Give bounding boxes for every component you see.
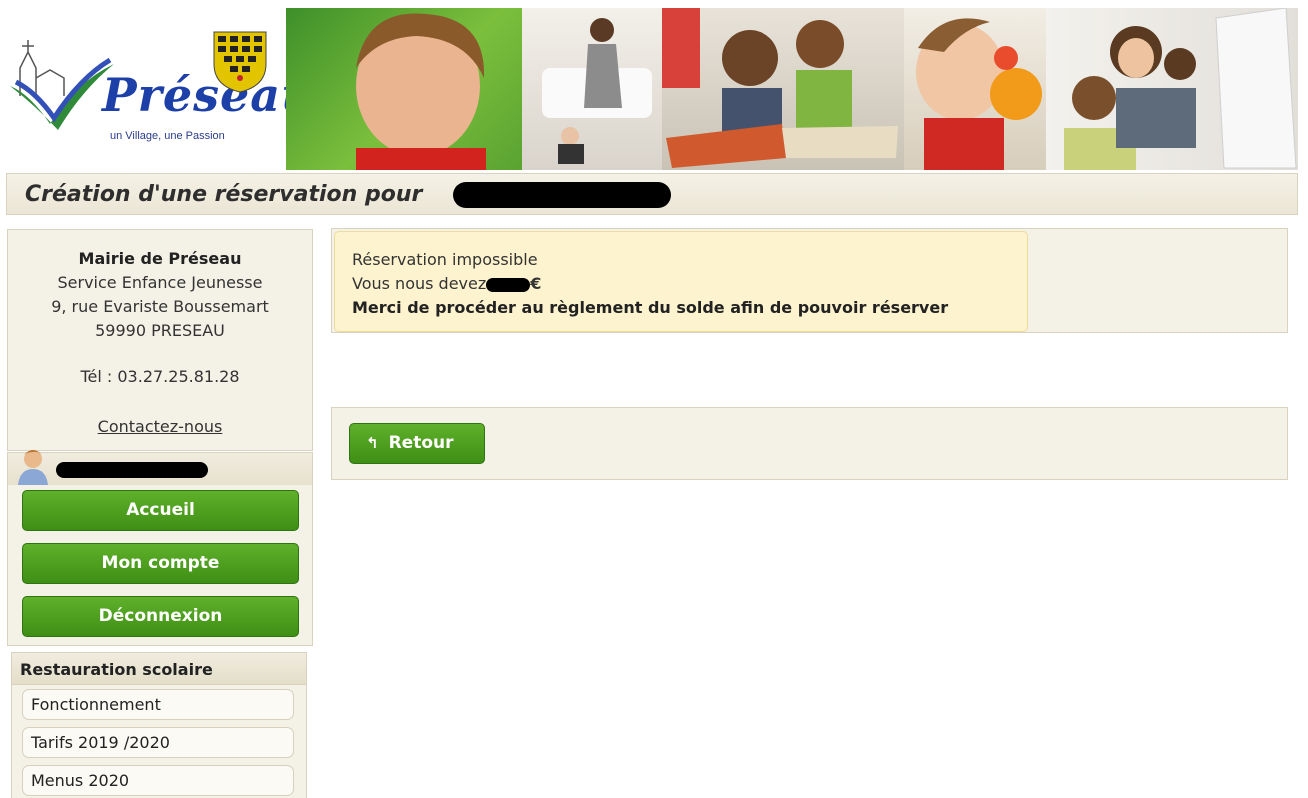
my-account-button[interactable]: Mon compte	[22, 543, 299, 584]
banner-photo-mother-baby	[522, 8, 662, 170]
user-header	[8, 450, 312, 485]
back-button[interactable]: ↰ Retour	[349, 423, 485, 464]
banner-photo-boy	[286, 8, 522, 170]
village-logo-icon	[10, 40, 114, 130]
logout-button[interactable]: Déconnexion	[22, 596, 299, 637]
street-address: 9, rue Evariste Boussemart	[51, 297, 269, 316]
org-name: Mairie de Préseau	[78, 249, 242, 268]
user-menu-panel: Accueil Mon compte Déconnexion	[7, 450, 313, 646]
sidebar-item-functioning[interactable]: Fonctionnement	[22, 689, 294, 720]
school-catering-heading: Restauration scolaire	[12, 653, 306, 685]
coat-of-arms-icon	[213, 31, 267, 93]
page-title-bar: Création d'une réservation pour	[6, 173, 1298, 215]
actions-panel: ↰ Retour	[331, 407, 1288, 480]
alert-instruction: Merci de procéder au règlement du solde …	[352, 298, 949, 317]
alert-balance-prefix: Vous nous devez	[352, 274, 487, 293]
reservation-warning-alert: Réservation impossible Vous nous devez € …	[334, 231, 1028, 332]
redacted-amount	[486, 277, 531, 292]
alert-currency: €	[530, 274, 542, 293]
banner-photo-mother-computer	[1046, 8, 1298, 170]
banner-photo-children-reading	[662, 8, 904, 170]
logo-wordmark: Préseau	[102, 68, 316, 122]
contact-panel: Mairie de Préseau Service Enfance Jeunes…	[7, 229, 313, 451]
city-postcode: 59990 PRESEAU	[95, 321, 225, 340]
reply-arrow-icon: ↰	[366, 434, 379, 452]
sidebar-item-menus[interactable]: Menus 2020	[22, 765, 294, 796]
user-avatar-icon	[18, 450, 48, 485]
message-panel: Réservation impossible Vous nous devez € …	[331, 228, 1288, 333]
alert-balance-line: Vous nous devez €	[352, 272, 1010, 296]
alert-title: Réservation impossible	[352, 250, 538, 269]
header-banner: Préseau un Village, une Passion	[0, 0, 1308, 172]
redacted-child-name	[453, 182, 671, 208]
banner-photo-strip	[286, 8, 1298, 170]
phone-number: Tél : 03.27.25.81.28	[80, 367, 240, 386]
page-title: Création d'une réservation pour	[25, 182, 423, 207]
home-button[interactable]: Accueil	[22, 490, 299, 531]
contact-us-link[interactable]: Contactez-nous	[8, 415, 312, 439]
service-name: Service Enfance Jeunesse	[57, 273, 263, 292]
sidebar-item-rates[interactable]: Tarifs 2019 /2020	[22, 727, 294, 758]
site-logo[interactable]: Préseau un Village, une Passion	[6, 20, 315, 170]
school-catering-panel: Restauration scolaire Fonctionnement Tar…	[11, 652, 307, 798]
back-button-label: Retour	[388, 433, 454, 453]
banner-photo-toddler-toy	[904, 8, 1046, 170]
logo-tagline: un Village, une Passion	[110, 130, 225, 142]
redacted-user-name	[56, 462, 208, 478]
